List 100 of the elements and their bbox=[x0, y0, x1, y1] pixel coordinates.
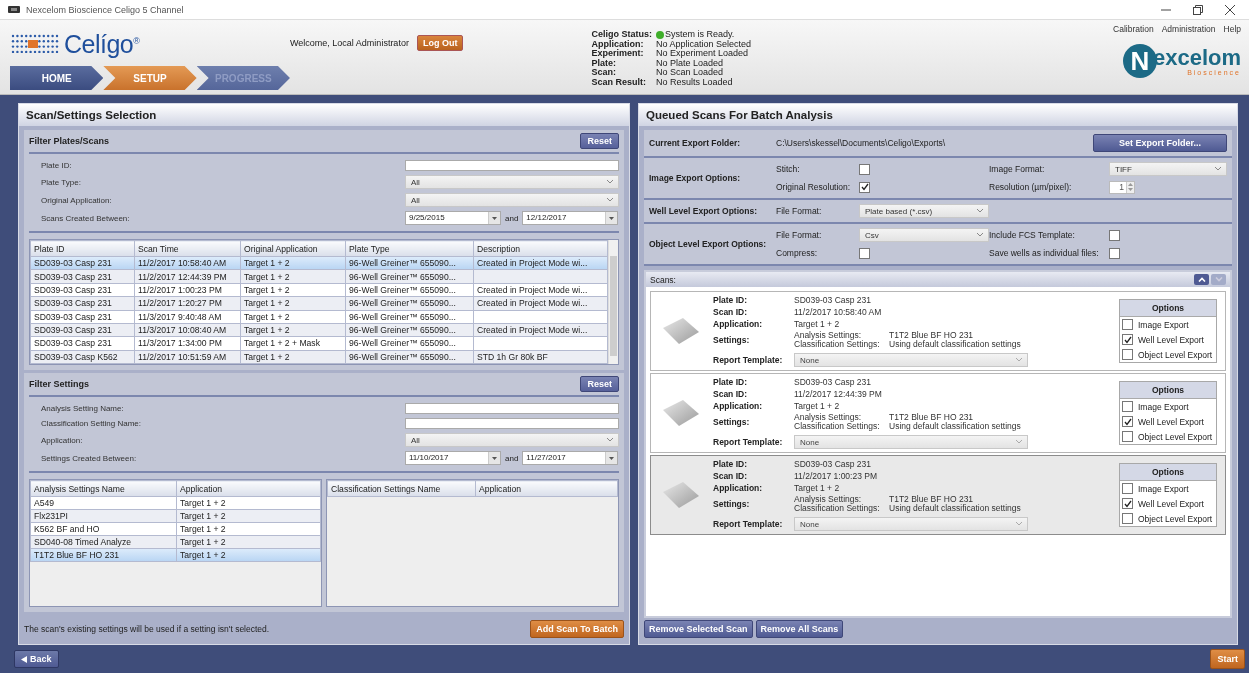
up-arrow-icon[interactable] bbox=[1127, 181, 1134, 187]
restore-icon[interactable] bbox=[1193, 4, 1203, 15]
reset-button[interactable]: Reset bbox=[580, 376, 619, 392]
settings-label: Analysis Settings: bbox=[794, 495, 862, 504]
dropdown[interactable]: None bbox=[794, 517, 1028, 531]
status-label: Scan Result: bbox=[591, 77, 647, 87]
chevron-down-icon bbox=[1214, 277, 1223, 282]
date-field[interactable]: 12/12/2017 bbox=[522, 211, 619, 225]
scan-card[interactable] bbox=[650, 291, 1226, 371]
checkbox[interactable] bbox=[859, 181, 870, 193]
remove-button[interactable]: Remove Selected Scan bbox=[644, 620, 753, 638]
checkbox[interactable] bbox=[1122, 319, 1133, 330]
field-label: Scan ID: bbox=[713, 307, 748, 317]
field-label: Application: bbox=[41, 435, 84, 445]
settings-label: Analysis Settings: bbox=[794, 413, 862, 422]
column-header[interactable]: Analysis Settings Name bbox=[30, 480, 177, 497]
plate-icon bbox=[661, 316, 701, 346]
column-header[interactable]: Application bbox=[176, 480, 321, 497]
table-cell: 11/2/2017 1:20:27 PM bbox=[138, 298, 222, 309]
caret-icon bbox=[1016, 522, 1022, 526]
text-field[interactable] bbox=[405, 418, 619, 429]
collapse-button[interactable] bbox=[1194, 274, 1209, 285]
checkbox[interactable] bbox=[1122, 334, 1133, 345]
table-cell: 11/2/2017 10:51:59 AM bbox=[138, 351, 227, 362]
settings-value: Using default classification settings bbox=[889, 504, 1022, 513]
column-header[interactable]: Classification Settings Name bbox=[327, 480, 476, 497]
status-value: No Results Loaded bbox=[655, 77, 733, 87]
checkbox[interactable] bbox=[1122, 498, 1133, 509]
table-cell: Target 1 + 2 + Mask bbox=[244, 338, 320, 349]
down-arrow-icon[interactable] bbox=[1127, 186, 1134, 192]
dropdown[interactable]: All bbox=[405, 193, 619, 207]
nav-tab[interactable]: HOME bbox=[10, 66, 104, 90]
text-field[interactable] bbox=[405, 160, 619, 171]
dropdown[interactable]: TIFF bbox=[1109, 162, 1227, 176]
options-title: Options bbox=[1120, 300, 1216, 317]
scan-card[interactable] bbox=[650, 373, 1226, 453]
checkbox[interactable] bbox=[1122, 513, 1133, 524]
dropdown[interactable]: All bbox=[405, 175, 619, 189]
table-cell: Target 1 + 2 bbox=[244, 351, 290, 362]
date-field[interactable]: 11/27/2017 bbox=[522, 451, 619, 465]
status-value: No Plate Loaded bbox=[655, 58, 723, 68]
menu-link[interactable]: Calibration bbox=[1113, 24, 1154, 34]
scan-card[interactable] bbox=[650, 455, 1226, 535]
field-label: File Format: bbox=[776, 230, 823, 240]
dropdown[interactable]: None bbox=[794, 435, 1028, 449]
table-cell: Target 1 + 2 bbox=[244, 311, 290, 322]
dropdown[interactable]: All bbox=[405, 433, 619, 447]
remove-button[interactable]: Remove All Scans bbox=[755, 620, 844, 638]
close-icon[interactable] bbox=[1225, 4, 1235, 15]
caret-icon bbox=[607, 198, 613, 202]
number-spinner[interactable]: 1 bbox=[1109, 180, 1135, 194]
caret-icon bbox=[607, 438, 613, 442]
table-cell: 96-Well Greiner™ 655090... bbox=[349, 338, 456, 349]
panel-title: Queued Scans For Batch Analysis bbox=[639, 104, 1237, 126]
checkbox[interactable] bbox=[1122, 483, 1133, 494]
dropdown[interactable]: Csv bbox=[859, 228, 989, 242]
checkbox[interactable] bbox=[859, 163, 870, 175]
column-header[interactable]: Original Application bbox=[240, 240, 346, 257]
caret-icon bbox=[492, 456, 497, 460]
field-label: Resolution (µm/pixel): bbox=[989, 182, 1073, 192]
field-label: Scan ID: bbox=[713, 389, 748, 399]
checkbox[interactable] bbox=[1122, 416, 1133, 427]
dropdown[interactable]: Plate based (*.csv) bbox=[859, 204, 989, 218]
date-field[interactable]: 9/25/2015 bbox=[405, 211, 501, 225]
field-label: Plate ID: bbox=[713, 295, 748, 305]
option-label: Image Export Options: bbox=[649, 173, 742, 183]
checkbox[interactable] bbox=[1122, 431, 1133, 442]
column-header[interactable]: Plate ID bbox=[30, 240, 135, 257]
column-header[interactable]: Description bbox=[473, 240, 608, 257]
table-cell: SD039-03 Casp 231 bbox=[34, 271, 112, 282]
column-header[interactable]: Scan Time bbox=[134, 240, 241, 257]
checkbox[interactable] bbox=[1109, 229, 1120, 241]
checkbox[interactable] bbox=[1122, 349, 1133, 360]
reset-button[interactable]: Reset bbox=[580, 133, 619, 149]
back-button[interactable]: Back bbox=[14, 650, 59, 668]
field-label: Report Template: bbox=[713, 355, 784, 365]
table-cell: Target 1 + 2 bbox=[244, 284, 290, 295]
checkbox[interactable] bbox=[859, 247, 870, 259]
column-header[interactable]: Application bbox=[475, 480, 618, 497]
field-label: Settings: bbox=[713, 417, 751, 427]
settings-value: T1T2 Blue BF HO 231 bbox=[889, 495, 975, 504]
field-value: SD039-03 Casp 231 bbox=[794, 377, 873, 387]
logout-button[interactable]: Log Out bbox=[416, 35, 464, 51]
menu-link[interactable]: Administration bbox=[1161, 24, 1216, 34]
field-label: Settings: bbox=[713, 335, 751, 345]
checkbox[interactable] bbox=[1122, 401, 1133, 412]
caret-icon bbox=[977, 209, 983, 213]
table-cell: Created in Project Mode wi... bbox=[477, 284, 588, 295]
checkbox[interactable] bbox=[1109, 247, 1120, 259]
date-field[interactable]: 11/10/2017 bbox=[405, 451, 501, 465]
table-cell: 96-Well Greiner™ 655090... bbox=[349, 271, 456, 282]
dropdown[interactable]: None bbox=[794, 353, 1028, 367]
set-folder-button[interactable]: Set Export Folder... bbox=[1093, 134, 1227, 152]
field-label: Original Application: bbox=[41, 195, 113, 205]
column-header[interactable]: Plate Type bbox=[345, 240, 474, 257]
menu-link[interactable]: Help bbox=[1223, 24, 1241, 34]
text-field[interactable] bbox=[405, 403, 619, 414]
table-cell: Target 1 + 2 bbox=[180, 550, 226, 560]
table-cell: 96-Well Greiner™ 655090... bbox=[349, 298, 456, 309]
scrollbar[interactable] bbox=[608, 240, 618, 364]
